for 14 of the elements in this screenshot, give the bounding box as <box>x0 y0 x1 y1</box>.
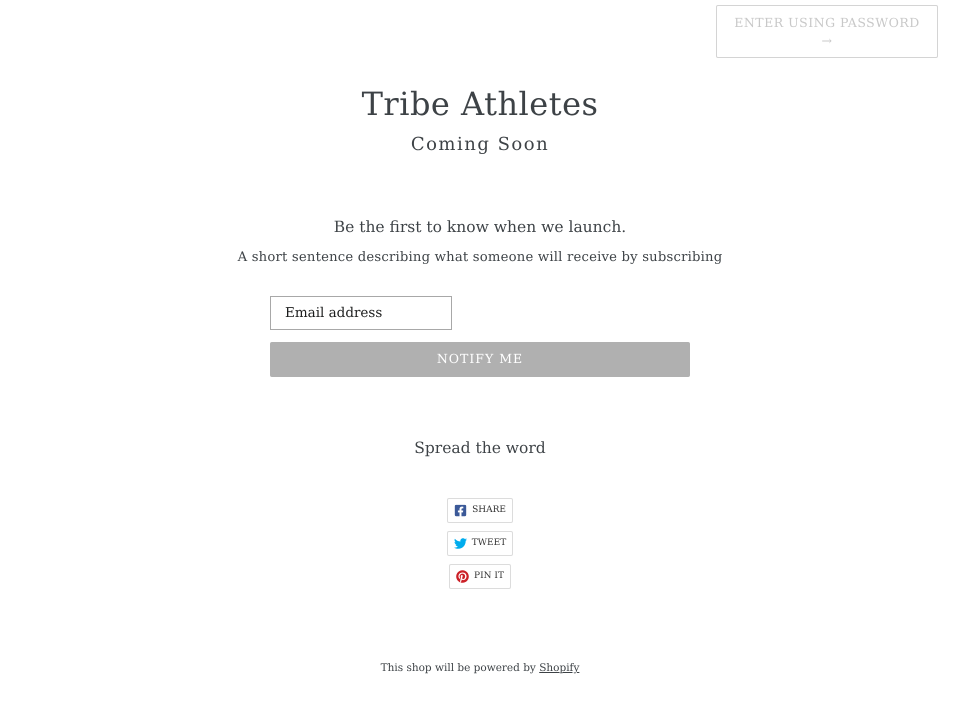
newsletter-heading: Be the first to know when we launch. <box>334 217 626 238</box>
subtitle: Coming Soon <box>410 133 550 157</box>
pinterest-icon <box>456 570 470 583</box>
share-button[interactable]: PIN IT <box>449 564 511 589</box>
facebook-icon <box>454 504 468 517</box>
bird-icon <box>454 537 467 550</box>
email-field[interactable]: Email address <box>270 296 452 330</box>
shopify-link[interactable]: Shopify <box>539 662 580 674</box>
newsletter-description: A short sentence describing what someone will receive by subscribing <box>238 249 722 267</box>
share-heading: Spread the word <box>414 438 546 459</box>
shop-title: Tribe Athletes <box>362 84 598 125</box>
footer-text: This shop will be powered by Shopify <box>380 661 580 676</box>
share-button[interactable]: SHARE <box>447 498 513 523</box>
share-button[interactable]: TWEET <box>446 531 514 556</box>
